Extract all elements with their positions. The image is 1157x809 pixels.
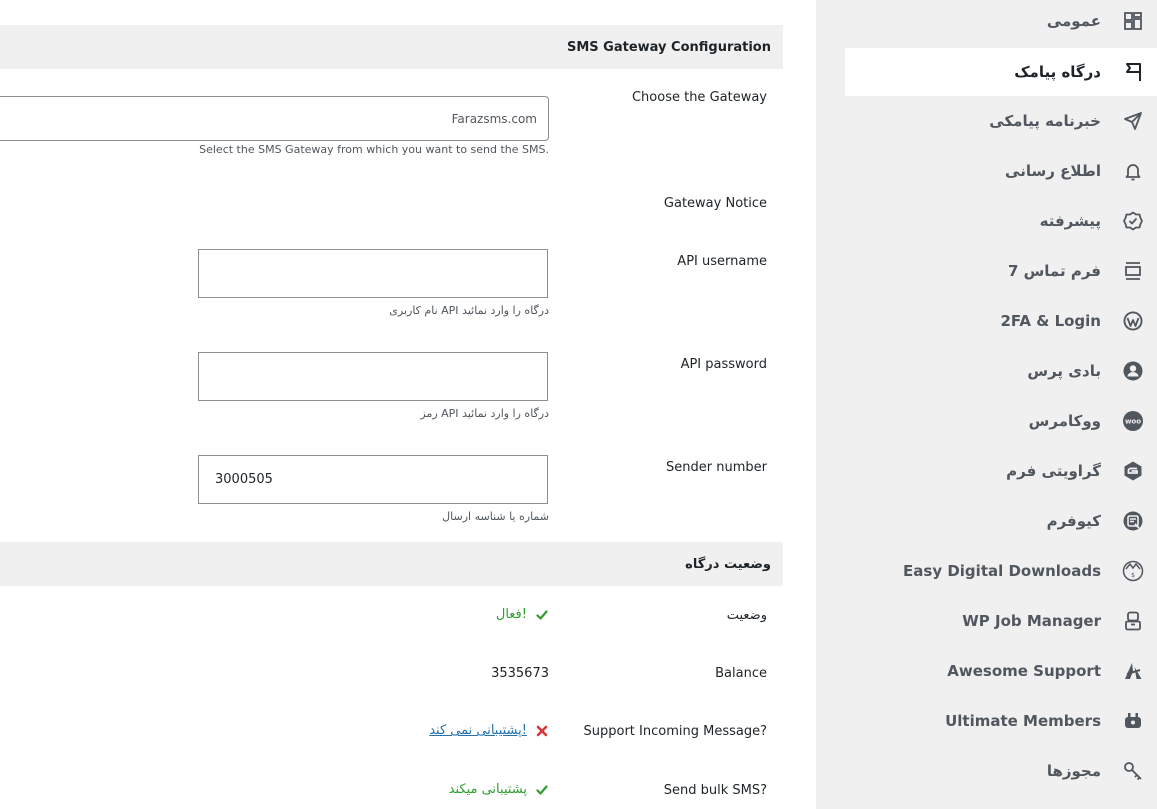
status-text: فعال! [495,607,527,622]
status-label: وضعیت [726,608,767,623]
quform-icon [1121,509,1145,533]
bulk-sms-label: Send bulk SMS? [663,783,767,798]
edd-icon: $ [1121,559,1145,583]
svg-text:woo: woo [1125,418,1141,426]
wordpress-icon [1121,309,1145,333]
sidebar-item-label: درگاه پیامک [1014,63,1101,81]
sidebar-item-label: پیشرفته [1039,212,1101,230]
awesome-support-icon [1121,659,1145,683]
incoming-message-label: Support Incoming Message? [583,724,767,739]
send-icon [1121,109,1145,133]
flag-icon [1121,60,1145,84]
balance-value: 3535673 [491,666,549,681]
sidebar-item-label: گراویتی فرم [1006,462,1101,480]
sidebar-item-label: کیوفرم [1046,512,1101,530]
bulk-sms-text: پشتیبانی میکند [448,782,527,797]
sender-number-label: Sender number [666,460,767,475]
sidebar-item-label: WP Job Manager [962,612,1101,630]
plug-icon [1121,709,1145,733]
bulk-sms-value: پشتیبانی میکند [449,782,549,797]
api-username-label: API username [677,254,767,269]
sidebar-item-label: اطلاع رسانی [1005,162,1101,180]
section-title: وضعیت درگاه [685,556,771,572]
sidebar-item-licenses[interactable]: مجوزها [845,747,1157,795]
incoming-message-value: پشتیبانی نمی کند! [429,723,549,738]
sidebar-item-label: 2FA & Login [1000,312,1101,330]
sidebar-item-advanced[interactable]: پیشرفته [845,197,1157,245]
sidebar-item-ultimate-members[interactable]: Ultimate Members [845,697,1157,745]
sidebar-item-gravity-forms[interactable]: گراویتی فرم [845,447,1157,495]
job-manager-icon [1121,609,1145,633]
svg-text:$: $ [1131,572,1135,579]
api-username-input[interactable] [198,249,548,298]
cross-icon [535,724,549,738]
sidebar-item-label: مجوزها [1046,762,1101,780]
dashboard-grid-icon [1121,9,1145,33]
sidebar-item-label: عمومی [1046,12,1101,30]
sidebar-item-contact-form-7[interactable]: فرم تماس 7 [845,247,1157,295]
sender-number-description: شماره یا شناسه ارسال [442,510,549,523]
sidebar-item-label: Easy Digital Downloads [903,562,1101,580]
sidebar-item-sms-gateway[interactable]: درگاه پیامک [845,48,1157,96]
sidebar-item-label: خبرنامه پیامکی [989,112,1101,130]
sidebar-item-label: بادی پرس [1027,362,1101,380]
key-icon [1121,759,1145,783]
gateway-config-header: SMS Gateway Configuration [0,25,783,69]
balance-label: Balance [715,666,767,681]
gravity-forms-icon [1121,459,1145,483]
check-icon [535,608,549,622]
settings-sidebar: عمومی درگاه پیامک خبرنامه پیامکی اطلاع ر… [816,0,1157,809]
api-password-label: API password [680,357,767,372]
sidebar-item-buddypress[interactable]: بادی پرس [845,347,1157,395]
bell-icon [1121,159,1145,183]
sidebar-item-easy-digital-downloads[interactable]: Easy Digital Downloads $ [845,547,1157,595]
status-value: فعال! [496,607,549,622]
sender-number-input[interactable] [198,455,548,504]
sidebar-item-label: ووکامرس [1028,412,1101,430]
gateway-select[interactable]: Farazsms.com [0,96,549,141]
sidebar-item-quform[interactable]: کیوفرم [845,497,1157,545]
sidebar-item-general[interactable]: عمومی [845,0,1157,45]
sidebar-item-woocommerce[interactable]: ووکامرس woo [845,397,1157,445]
api-username-description: نام کاربری API درگاه را وارد نمائید [389,304,549,317]
sidebar-item-label: Ultimate Members [945,712,1101,730]
check-icon [535,783,549,797]
gateway-description: Select the SMS Gateway from which you wa… [199,143,549,156]
settings-panel: SMS Gateway Configuration Choose the Gat… [0,0,783,809]
gateway-notice-label: Gateway Notice [663,196,767,211]
sidebar-item-notifications[interactable]: اطلاع رسانی [845,147,1157,195]
gateway-label: Choose the Gateway [631,90,767,105]
form-icon [1121,259,1145,283]
sidebar-item-awesome-support[interactable]: Awesome Support [845,647,1157,695]
buddypress-icon [1121,359,1145,383]
gateway-selected-value: Farazsms.com [451,111,537,126]
incoming-support-link[interactable]: پشتیبانی نمی کند! [429,723,527,738]
woocommerce-icon: woo [1121,409,1145,433]
sidebar-item-wp-job-manager[interactable]: WP Job Manager [845,597,1157,645]
gateway-status-header: وضعیت درگاه [0,542,783,586]
api-password-input[interactable] [198,352,548,401]
sidebar-item-sms-newsletter[interactable]: خبرنامه پیامکی [845,97,1157,145]
section-title: SMS Gateway Configuration [566,39,771,55]
api-password-description: رمز API درگاه را وارد نمائید [420,407,549,420]
sidebar-item-2fa-login[interactable]: 2FA & Login [845,297,1157,345]
sidebar-item-label: فرم تماس 7 [1007,262,1101,280]
check-badge-icon [1121,209,1145,233]
sidebar-item-label: Awesome Support [947,662,1101,680]
